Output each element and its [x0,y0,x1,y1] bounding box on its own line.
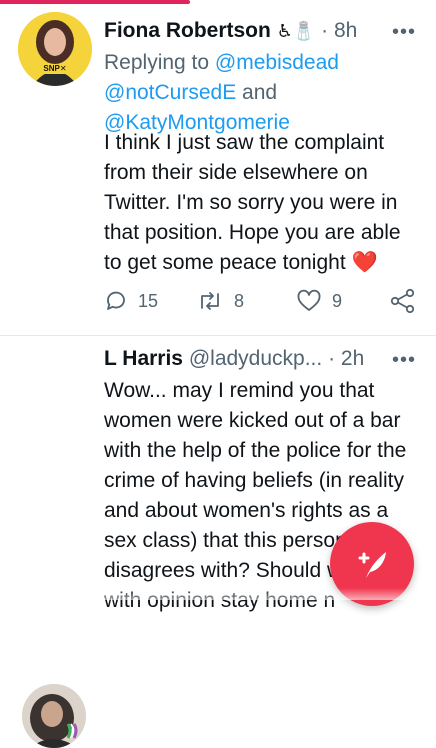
author-name[interactable]: Fiona Robertson [104,19,271,42]
text-line: Wow... may I remind you that [104,379,375,402]
mention-link[interactable]: @notCursedE [104,81,236,104]
heart-icon [297,289,321,311]
text-line: and about women's rights as a [104,499,389,522]
like-count: 9 [332,290,343,311]
more-options-icon[interactable]: ••• [392,350,416,370]
text-line: from their side elsewhere on [104,161,368,184]
text-line: I think I just saw the complaint [104,131,385,154]
text-line: crime of having beliefs (in reality [104,469,404,492]
replying-prefix: Replying to [104,51,215,74]
mention-joiner: and [236,81,278,104]
avatar[interactable] [22,684,86,748]
text-line: women were kicked out of a bar [104,409,401,432]
avatar-badge-text: SNP✕ [43,64,67,73]
share-icon [390,288,415,314]
text-line: with the help of the police for the [104,439,407,462]
separator-dot: · [328,347,336,370]
separator-dot: · [321,19,329,42]
text-line: to get some peace tonight [104,251,346,274]
tweet-card[interactable]: SNP✕ Fiona Robertson ♿🧂 · 8h ••• Replyin… [0,0,436,335]
timestamp[interactable]: 2h [341,347,364,370]
more-options-icon[interactable]: ••• [392,22,416,42]
replying-to: Replying to @mebisdead @notCursedE and @… [104,48,339,138]
compose-feather-icon [358,552,386,578]
timestamp[interactable]: 8h [334,19,357,42]
reply-button[interactable]: 15 [104,286,158,316]
like-button[interactable]: 9 [296,286,342,316]
retweet-icon [201,292,219,310]
retweet-count: 8 [234,290,245,311]
mention-link[interactable]: @mebisdead [215,51,339,74]
author-name[interactable]: L Harris [104,347,183,370]
reply-icon [107,291,125,310]
tweet-text: I think I just saw the complaint from th… [104,128,401,278]
heart-emoji: ❤️ [351,251,378,274]
text-line: Twitter. I'm so sorry you were in [104,191,398,214]
author-handle[interactable]: @ladyduckp... [189,347,322,370]
reply-count: 15 [138,290,159,311]
tweet-header: Fiona Robertson ♿🧂 · 8h [104,18,357,44]
text-line: that position. Hope you are able [104,221,401,244]
share-button[interactable] [390,286,416,316]
tweet-header: L Harris @ladyduckp... · 2h [104,346,364,372]
badge-emojis: ♿🧂 [276,21,316,41]
bottom-fade [0,588,436,600]
avatar[interactable]: SNP✕ [18,12,92,86]
action-bar: 15 8 9 [104,286,424,316]
retweet-button[interactable]: 8 [196,286,244,316]
